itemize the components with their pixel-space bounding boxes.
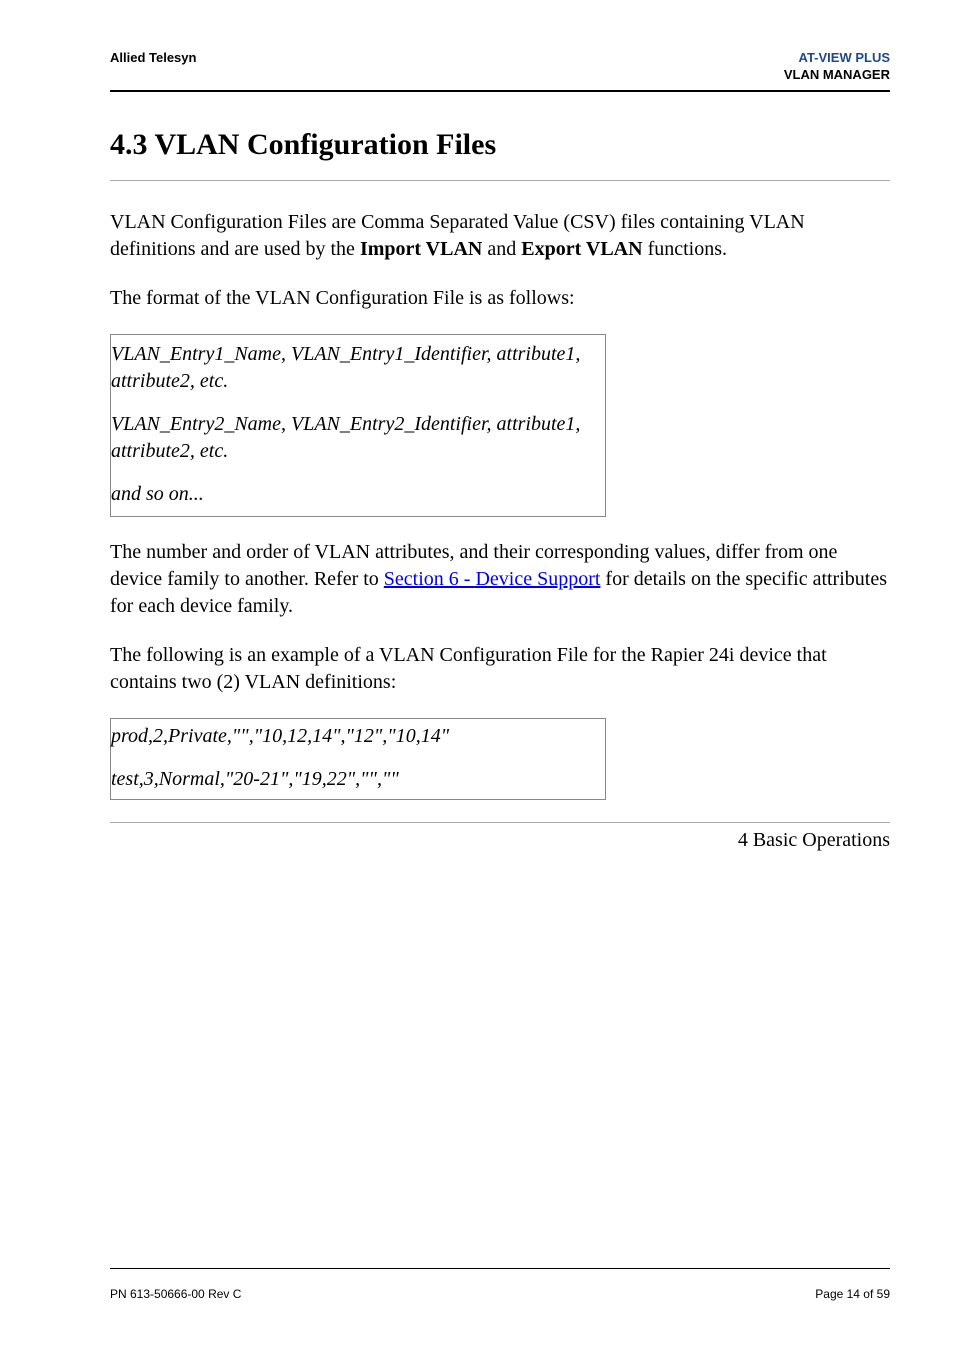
header-product-line2: VLAN MANAGER (784, 67, 890, 84)
footer-part-number: PN 613-50666-00 Rev C (110, 1287, 241, 1301)
header-product: AT-VIEW PLUS VLAN MANAGER (784, 50, 890, 84)
page-header: Allied Telesyn AT-VIEW PLUS VLAN MANAGER (110, 50, 890, 92)
format-line3: and so on... (111, 481, 601, 508)
page-content: Allied Telesyn AT-VIEW PLUS VLAN MANAGER… (110, 50, 890, 1301)
para1-part-end: functions. (643, 238, 727, 260)
header-product-line1: AT-VIEW PLUS (784, 50, 890, 67)
para1-bold-import: Import VLAN (360, 238, 482, 260)
chapter-reference: 4 Basic Operations (110, 829, 890, 852)
divider-top (110, 180, 890, 181)
paragraph-intro: VLAN Configuration Files are Comma Separ… (110, 209, 890, 263)
footer-page-number: Page 14 of 59 (815, 1287, 890, 1301)
header-brand: Allied Telesyn (110, 50, 196, 65)
example-codebox: prod,2,Private,"","10,12,14","12","10,14… (110, 718, 606, 800)
device-support-link[interactable]: Section 6 - Device Support (384, 568, 601, 590)
format-line1: VLAN_Entry1_Name, VLAN_Entry1_Identifier… (111, 341, 601, 395)
section-title: 4.3 VLAN Configuration Files (110, 128, 890, 162)
format-codebox: VLAN_Entry1_Name, VLAN_Entry1_Identifier… (110, 334, 606, 517)
example-line2: test,3,Normal,"20-21","19,22","","" (111, 766, 601, 793)
divider-bottom (110, 822, 890, 823)
format-line2: VLAN_Entry2_Name, VLAN_Entry2_Identifier… (111, 411, 601, 465)
example-line1: prod,2,Private,"","10,12,14","12","10,14… (111, 723, 601, 750)
para1-part-mid: and (482, 238, 521, 260)
paragraph-format: The format of the VLAN Configuration Fil… (110, 285, 890, 312)
paragraph-attributes: The number and order of VLAN attributes,… (110, 539, 890, 620)
paragraph-example: The following is an example of a VLAN Co… (110, 642, 890, 696)
page-footer: PN 613-50666-00 Rev C Page 14 of 59 (110, 1268, 890, 1301)
para1-bold-export: Export VLAN (521, 238, 642, 260)
